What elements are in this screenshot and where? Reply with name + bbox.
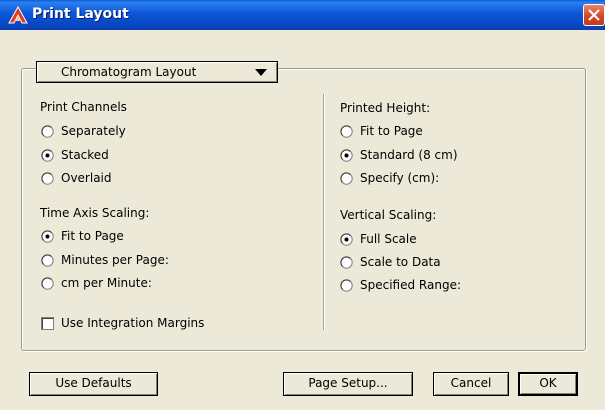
radio-button[interactable] xyxy=(41,125,54,138)
radio-button[interactable] xyxy=(340,172,353,185)
column-separator xyxy=(323,94,325,330)
time-axis-scaling-label: Time Axis Scaling: xyxy=(40,206,150,220)
radio-label: Minutes per Page: xyxy=(61,253,169,267)
radio-label: cm per Minute: xyxy=(61,276,152,290)
checkbox-label: Use Integration Margins xyxy=(61,316,205,330)
window-title: Print Layout xyxy=(32,6,129,22)
cancel-button[interactable]: Cancel xyxy=(433,372,509,396)
close-button[interactable] xyxy=(583,4,605,26)
radio-label: Full Scale xyxy=(360,232,417,246)
radio-button[interactable] xyxy=(41,277,54,290)
page-setup-button[interactable]: Page Setup... xyxy=(283,372,413,396)
radio-label: Scale to Data xyxy=(360,255,441,269)
radio-button[interactable] xyxy=(340,233,353,246)
radio-label: Stacked xyxy=(61,148,109,162)
radio-label: Fit to Page xyxy=(61,229,124,243)
layout-dropdown-value: Chromatogram Layout xyxy=(61,65,197,79)
radio-button[interactable] xyxy=(41,254,54,267)
radio-button[interactable] xyxy=(41,172,54,185)
radio-label: Specify (cm): xyxy=(360,171,440,185)
radio-label: Separately xyxy=(61,124,126,138)
print-channels-label: Print Channels xyxy=(40,100,127,114)
radio-button[interactable] xyxy=(340,125,353,138)
radio-label: Overlaid xyxy=(61,171,112,185)
title-bar[interactable]: Print Layout xyxy=(0,0,605,30)
agilent-logo-icon xyxy=(8,6,28,24)
radio-button[interactable] xyxy=(340,256,353,269)
printed-height-label: Printed Height: xyxy=(340,101,431,115)
radio-button[interactable] xyxy=(340,149,353,162)
radio-label: Specified Range: xyxy=(360,278,461,292)
radio-label: Standard (8 cm) xyxy=(360,148,458,162)
ok-button[interactable]: OK xyxy=(518,372,578,396)
use-defaults-button[interactable]: Use Defaults xyxy=(29,372,158,396)
close-icon xyxy=(588,9,600,21)
radio-button[interactable] xyxy=(340,279,353,292)
use-integration-margins-checkbox[interactable] xyxy=(41,317,54,330)
triangle-down-icon xyxy=(255,69,267,76)
radio-button[interactable] xyxy=(41,230,54,243)
layout-dropdown[interactable]: Chromatogram Layout xyxy=(36,61,278,83)
radio-label: Fit to Page xyxy=(360,124,423,138)
vertical-scaling-label: Vertical Scaling: xyxy=(340,208,437,222)
radio-button[interactable] xyxy=(41,149,54,162)
